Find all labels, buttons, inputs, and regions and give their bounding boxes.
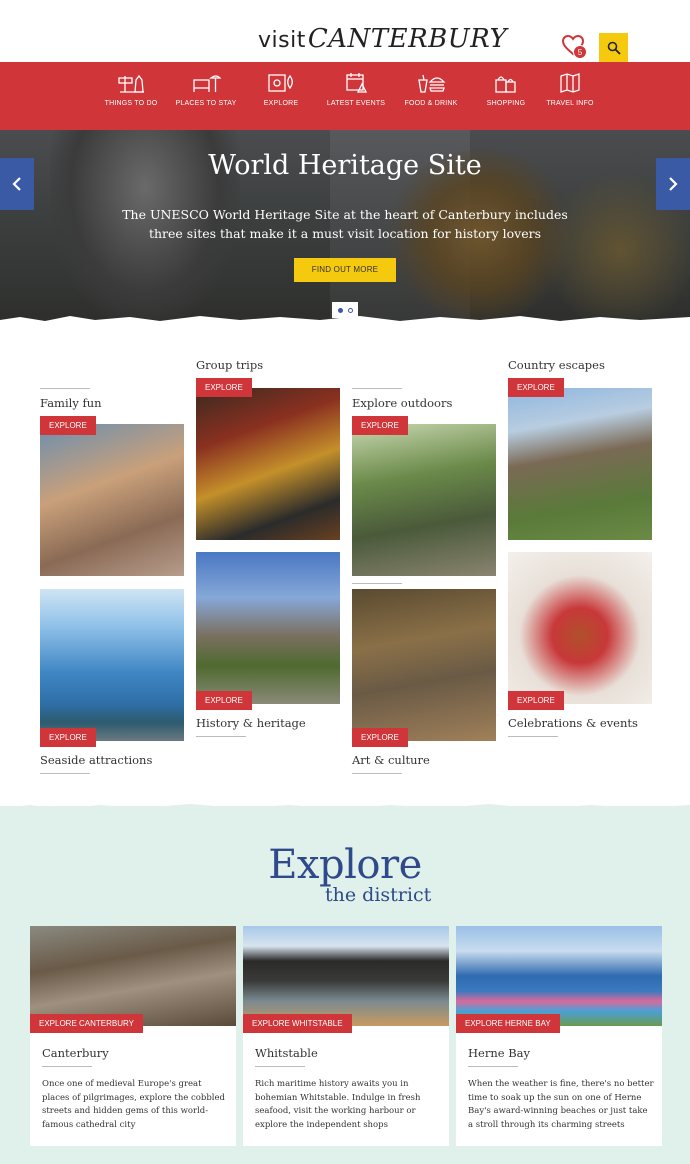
shopping-bag-icon	[495, 76, 516, 93]
bed-icon	[193, 75, 221, 92]
category-title[interactable]: Explore outdoors	[352, 396, 452, 410]
nav-label: EXPLORE	[263, 100, 299, 107]
nav-item-things-to-do[interactable]: THINGS TO DO	[94, 72, 168, 107]
carousel-dots	[332, 302, 358, 318]
title-rule	[352, 583, 402, 584]
history-heritage-image[interactable]	[196, 552, 340, 704]
herne-bay-image[interactable]	[456, 926, 662, 1026]
card-description: Rich maritime history awaits you in bohe…	[255, 1079, 421, 1130]
nav-item-shopping[interactable]: SHOPPING	[469, 72, 543, 107]
category-title[interactable]: Celebrations & events	[508, 716, 638, 730]
carousel-dot-2[interactable]	[347, 307, 353, 313]
favourites-count-badge: 5	[573, 45, 587, 59]
district-card-herne-bay: EXPLORE HERNE BAY Herne Bay When the wea…	[456, 926, 662, 1146]
explore-button[interactable]: EXPLORE	[196, 691, 252, 710]
map-icon	[268, 74, 293, 92]
explore-button[interactable]: EXPLORE	[508, 378, 564, 397]
title-rule	[352, 388, 402, 389]
explore-button[interactable]: EXPLORE	[40, 416, 96, 435]
explore-canterbury-button[interactable]: EXPLORE CANTERBURY	[30, 1014, 143, 1033]
explore-button[interactable]: EXPLORE	[352, 728, 408, 747]
carousel-next-button[interactable]	[656, 158, 690, 210]
explore-herne-bay-button[interactable]: EXPLORE HERNE BAY	[456, 1014, 560, 1033]
burger-icon	[418, 74, 446, 93]
nav-item-food-drink[interactable]: FOOD & DRINK	[394, 72, 468, 107]
nav-label: FOOD & DRINK	[404, 100, 458, 107]
whitstable-image[interactable]	[243, 926, 449, 1026]
signpost-icon	[118, 74, 144, 93]
chevron-right-icon	[669, 177, 678, 191]
carousel-dot-1[interactable]	[337, 307, 343, 313]
title-rule	[508, 736, 558, 737]
explore-button[interactable]: EXPLORE	[40, 728, 96, 747]
title-rule	[196, 736, 246, 737]
explore-button[interactable]: EXPLORE	[352, 416, 408, 435]
category-title[interactable]: Family fun	[40, 396, 102, 410]
explore-outdoors-image[interactable]	[352, 424, 496, 576]
title-rule	[42, 1066, 92, 1067]
title-rule	[352, 773, 402, 774]
district-title: Explore	[268, 842, 422, 888]
explore-button[interactable]: EXPLORE	[196, 378, 252, 397]
group-trips-image[interactable]	[196, 388, 340, 540]
district-card-whitstable: EXPLORE WHITSTABLE Whitstable Rich marit…	[243, 926, 449, 1146]
hero-carousel: World Heritage Site The UNESCO World Her…	[0, 130, 690, 322]
category-title[interactable]: Group trips	[196, 358, 263, 372]
nav-label: LATEST EVENTS	[326, 100, 386, 107]
nav-label: THINGS TO DO	[104, 100, 158, 107]
nav-item-latest-events[interactable]: LATEST EVENTS	[319, 72, 393, 107]
nav-item-places-to-stay[interactable]: PLACES TO STAY	[169, 72, 243, 107]
hero-title: World Heritage Site	[208, 150, 482, 181]
card-title[interactable]: Whitstable	[255, 1046, 318, 1060]
district-subtitle: the district	[325, 884, 432, 906]
card-description: Once one of medieval Europe's great plac…	[42, 1079, 225, 1130]
find-out-more-button[interactable]: FIND OUT MORE	[294, 258, 396, 282]
seaside-attractions-image[interactable]	[40, 589, 184, 741]
search-icon	[607, 41, 621, 55]
nav-label: TRAVEL INFO	[546, 100, 594, 107]
district-card-canterbury: EXPLORE CANTERBURY Canterbury Once one o…	[30, 926, 236, 1146]
site-header: visit CANTERBURY 5	[0, 0, 690, 62]
nav-item-explore[interactable]: EXPLORE	[244, 72, 318, 107]
torn-edge-divider	[0, 804, 690, 814]
hero-description: The UNESCO World Heritage Site at the he…	[122, 207, 568, 241]
art-culture-image[interactable]	[352, 589, 496, 741]
chevron-left-icon	[12, 177, 21, 191]
card-title[interactable]: Canterbury	[42, 1046, 109, 1060]
country-escapes-image[interactable]	[508, 388, 652, 540]
title-rule	[40, 388, 90, 389]
calendar-icon	[346, 73, 368, 93]
explore-button[interactable]: EXPLORE	[508, 691, 564, 710]
logo-canterbury-text: CANTERBURY	[307, 24, 508, 54]
folded-map-icon	[560, 73, 580, 93]
card-title[interactable]: Herne Bay	[468, 1046, 530, 1060]
nav-label: SHOPPING	[486, 100, 526, 107]
site-logo[interactable]: visit CANTERBURY	[258, 12, 507, 52]
logo-visit-text: visit	[258, 28, 306, 53]
title-rule	[40, 773, 90, 774]
title-rule	[468, 1066, 518, 1067]
category-title[interactable]: Art & culture	[352, 753, 430, 767]
category-title[interactable]: Country escapes	[508, 358, 605, 372]
celebrations-events-image[interactable]	[508, 552, 652, 704]
search-button[interactable]	[599, 33, 628, 62]
main-navigation: THINGS TO DO PLACES TO STAY EXPLORE LATE…	[0, 62, 690, 136]
category-title[interactable]: History & heritage	[196, 716, 306, 730]
title-rule	[255, 1066, 305, 1067]
family-fun-image[interactable]	[40, 424, 184, 576]
card-description: When the weather is fine, there's no bet…	[468, 1079, 654, 1130]
canterbury-image[interactable]	[30, 926, 236, 1026]
nav-label: PLACES TO STAY	[175, 100, 237, 107]
carousel-prev-button[interactable]	[0, 158, 34, 210]
category-title[interactable]: Seaside attractions	[40, 753, 152, 767]
explore-whitstable-button[interactable]: EXPLORE WHITSTABLE	[243, 1014, 352, 1033]
nav-item-travel-info[interactable]: TRAVEL INFO	[533, 72, 607, 107]
